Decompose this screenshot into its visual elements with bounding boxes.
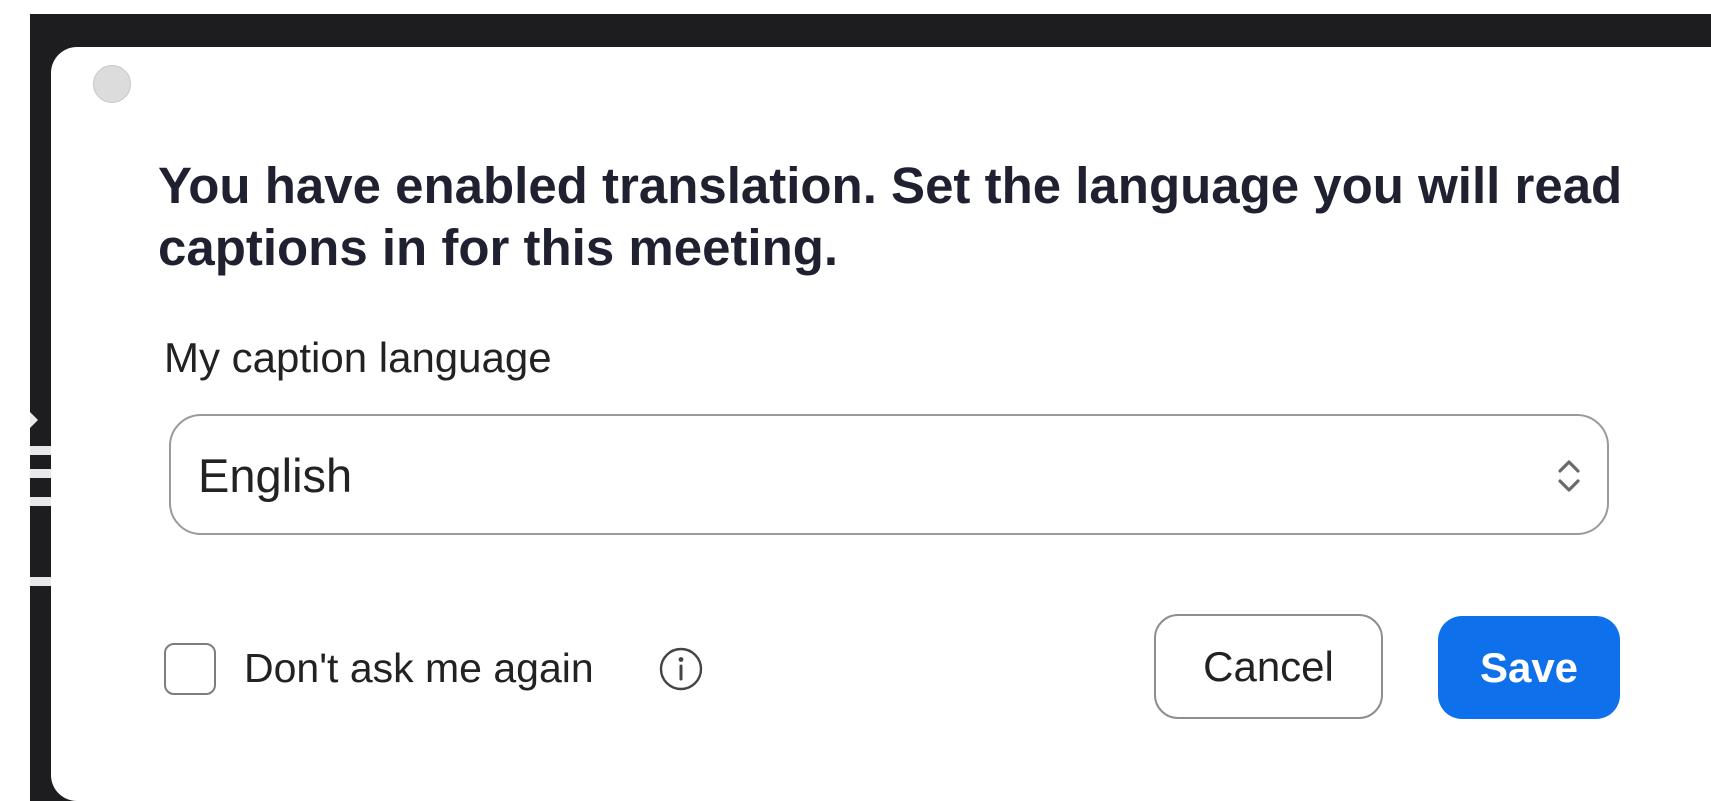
- background-window-edge: [30, 497, 52, 506]
- cancel-button[interactable]: Cancel: [1154, 614, 1383, 719]
- dialog-message: You have enabled translation. Set the la…: [158, 157, 1623, 276]
- background-window-edge: [30, 412, 38, 428]
- caption-language-value: English: [198, 449, 353, 502]
- caption-language-label: My caption language: [164, 334, 552, 381]
- info-icon[interactable]: [657, 645, 705, 693]
- background-window-edge: [30, 577, 52, 586]
- caption-language-select[interactable]: English: [169, 414, 1609, 535]
- save-button[interactable]: Save: [1438, 616, 1620, 719]
- background-window-edge: [30, 446, 52, 455]
- dont-ask-again-checkbox[interactable]: [164, 643, 216, 695]
- chevron-up-down-icon: [1558, 460, 1580, 492]
- translation-language-dialog: You have enabled translation. Set the la…: [51, 47, 1711, 801]
- close-dot-icon[interactable]: [93, 65, 131, 103]
- background-window-edge: [30, 469, 52, 478]
- dont-ask-again-label[interactable]: Don't ask me again: [244, 645, 594, 692]
